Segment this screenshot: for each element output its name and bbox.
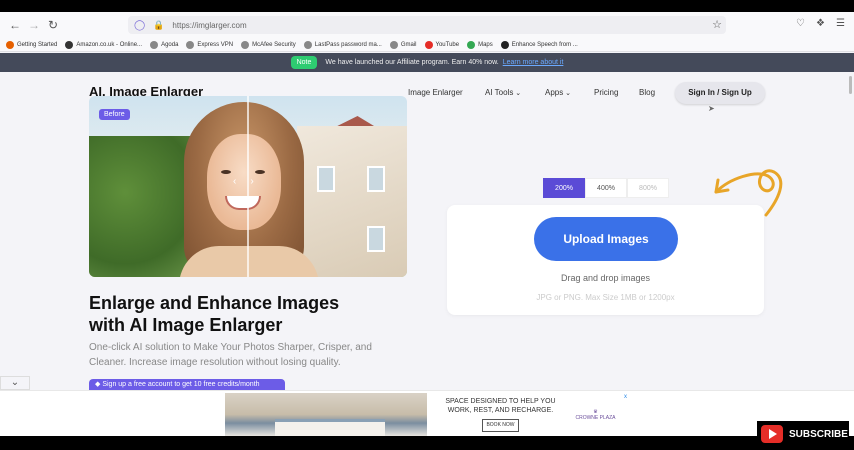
bookmark-label: McAfee Security xyxy=(252,41,296,48)
scale-200-button[interactable]: 200% xyxy=(543,178,585,198)
youtube-icon xyxy=(424,40,433,49)
bookmark-item[interactable]: YouTube xyxy=(424,40,460,49)
bookmark-item[interactable]: Agoda xyxy=(150,40,179,49)
hero-subtext: One-click AI solution to Make Your Photo… xyxy=(89,342,372,368)
globe-icon xyxy=(186,40,195,49)
page-scrollbar[interactable] xyxy=(849,74,853,374)
address-bar[interactable]: ◯ 🔒 https://imglarger.com ☆ xyxy=(128,16,726,34)
ad-headline: SPACE DESIGNED TO HELP YOU WORK, REST, A… xyxy=(445,398,556,414)
bookmark-item[interactable]: McAfee Security xyxy=(241,40,296,49)
bookmark-item[interactable]: Maps xyxy=(467,40,493,49)
subscribe-label: SUBSCRIBE xyxy=(789,428,848,440)
scale-400-button[interactable]: 400% xyxy=(585,178,627,198)
promo-label: Sign up a free account to get 10 free cr… xyxy=(102,381,260,388)
maps-icon xyxy=(467,40,476,49)
bookmark-item[interactable]: Enhance Speech from ... xyxy=(500,40,578,49)
bookmark-label: LastPass password ma... xyxy=(314,41,382,48)
nav-image-enlarger[interactable]: Image Enlarger xyxy=(408,88,463,97)
bookmark-item[interactable]: Getting Started xyxy=(6,40,58,49)
bookmark-item[interactable]: Gmail xyxy=(389,40,417,49)
browser-toolbar: ← → ↻ ◯ 🔒 https://imglarger.com ☆ ♡ ❖ ☰ xyxy=(0,12,854,38)
ad-close-icon[interactable]: x xyxy=(624,394,627,400)
ad-brand-name: CROWNE PLAZA xyxy=(575,414,616,421)
pocket-icon[interactable]: ♡ xyxy=(796,18,805,29)
globe-icon xyxy=(389,40,398,49)
house-window xyxy=(317,166,335,192)
upload-limits-text: JPG or PNG. Max Size 1MB or 1200px xyxy=(536,293,675,302)
scrollbar-thumb[interactable] xyxy=(849,76,852,94)
before-after-image[interactable]: ‹› xyxy=(89,96,407,277)
hand-drawn-arrow-icon xyxy=(714,169,783,217)
ad-headline-block: SPACE DESIGNED TO HELP YOU WORK, REST, A… xyxy=(440,397,560,432)
drag-drop-text: Drag and drop images xyxy=(560,273,651,283)
house-background xyxy=(297,126,407,277)
nav-apps[interactable]: Apps xyxy=(545,88,571,97)
extensions-icon[interactable]: ❖ xyxy=(816,18,825,29)
ad-brand: ♛ CROWNE PLAZA xyxy=(575,409,615,421)
note-badge: Note xyxy=(290,56,318,69)
bookmark-label: YouTube xyxy=(435,41,460,48)
banner-learn-more-link[interactable]: Learn more about it xyxy=(503,59,564,66)
title-line-2: with AI Image Enlarger xyxy=(89,315,283,335)
bookmark-label: Amazon.co.uk - Online... xyxy=(76,41,143,48)
house-window xyxy=(367,226,385,252)
compare-arrows-icon[interactable]: ‹› xyxy=(233,176,268,187)
announcement-banner: Note We have launched our Affiliate prog… xyxy=(0,53,854,72)
upload-images-button[interactable]: Upload Images xyxy=(534,217,678,261)
portrait-eye xyxy=(255,170,265,174)
before-label: Before xyxy=(99,109,130,120)
house-window xyxy=(367,166,385,192)
globe-icon xyxy=(150,40,159,49)
bookmark-label: Maps xyxy=(478,41,493,48)
ad-hotel-room-image xyxy=(225,393,427,436)
scale-800-button[interactable]: 800% xyxy=(627,178,669,198)
ad-bed xyxy=(275,419,385,436)
browser-window: ← → ↻ ◯ 🔒 https://imglarger.com ☆ ♡ ❖ ☰ … xyxy=(0,12,854,436)
scale-selector: 200% 400% 800% xyxy=(543,178,669,198)
reload-icon[interactable]: ↻ xyxy=(46,18,60,32)
bookmark-star-icon[interactable]: ☆ xyxy=(712,18,722,31)
ad-copy: SPACE DESIGNED TO HELP YOU WORK, REST, A… xyxy=(427,393,629,436)
mouse-cursor-icon: ➤ xyxy=(708,104,715,113)
bookmark-item[interactable]: LastPass password ma... xyxy=(303,40,382,49)
bookmark-item[interactable]: Amazon.co.uk - Online... xyxy=(65,40,143,49)
bookmark-label: Gmail xyxy=(400,41,417,48)
firefox-icon xyxy=(6,40,14,49)
chevron-down-icon[interactable]: ⌄ xyxy=(0,376,30,390)
banner-message: We have launched our Affiliate program. … xyxy=(325,59,499,66)
title-line-1: Enlarge and Enhance Images xyxy=(89,293,340,313)
nav-blog[interactable]: Blog xyxy=(639,88,655,97)
nav-pricing[interactable]: Pricing xyxy=(594,88,618,97)
page-title: Enlarge and Enhance Images with AI Image… xyxy=(89,292,339,336)
menu-icon[interactable]: ☰ xyxy=(836,18,845,29)
bookmarks-bar: Getting Started Amazon.co.uk - Online... A… xyxy=(0,38,854,52)
globe-icon xyxy=(303,40,312,49)
portrait-eye xyxy=(221,170,231,174)
portrait-shoulder xyxy=(179,246,319,277)
bookmark-label: Getting Started xyxy=(17,41,58,48)
amazon-icon xyxy=(65,40,74,49)
globe-icon xyxy=(241,40,250,49)
bookmark-label: Enhance Speech from ... xyxy=(511,41,578,48)
back-icon[interactable]: ← xyxy=(8,18,22,32)
bookmark-item[interactable]: Express VPN xyxy=(186,40,234,49)
forward-icon[interactable]: → xyxy=(27,18,41,32)
nav-ai-tools[interactable]: AI Tools xyxy=(485,88,521,97)
lock-icon[interactable]: 🔒 xyxy=(153,20,164,31)
subscribe-overlay[interactable]: SUBSCRIBE xyxy=(757,421,849,447)
sign-in-button[interactable]: Sign In / Sign Up xyxy=(675,82,765,104)
tracking-shield-icon[interactable]: ◯ xyxy=(134,20,145,31)
bookmark-label: Agoda xyxy=(161,41,179,48)
bookmark-label: Express VPN xyxy=(197,41,234,48)
adobe-icon xyxy=(500,40,509,49)
youtube-icon xyxy=(761,425,783,443)
url-text[interactable]: https://imglarger.com xyxy=(172,21,246,30)
ad-book-now-button[interactable]: BOOK NOW xyxy=(482,419,519,432)
advertisement-banner[interactable]: SPACE DESIGNED TO HELP YOU WORK, REST, A… xyxy=(225,393,629,436)
